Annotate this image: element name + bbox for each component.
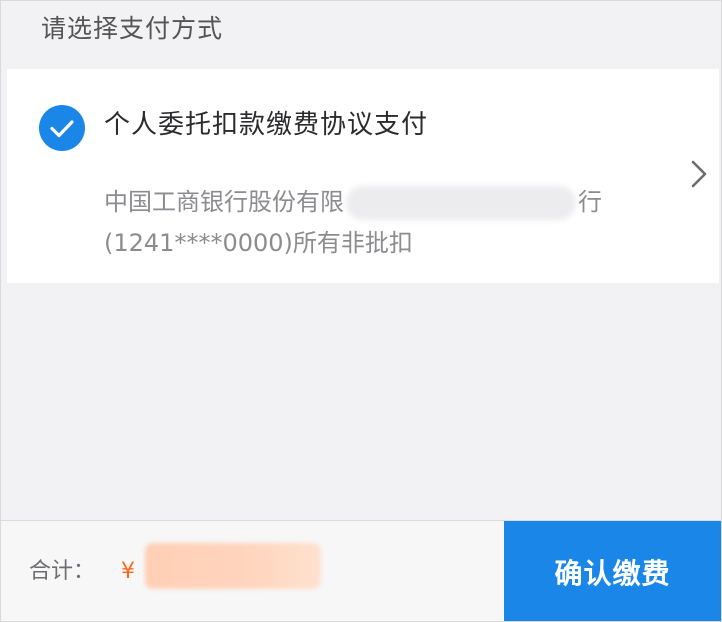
payment-method-option[interactable]: 个人委托扣款缴费协议支付 中国工商银行股份有限 行 (1241****0000)所… (7, 69, 719, 283)
currency-symbol: ¥ (121, 559, 135, 584)
chevron-right-icon[interactable] (687, 157, 711, 191)
payment-method-name: 个人委托扣款缴费协议支付 (104, 110, 429, 140)
bank-account-number: (1241****0000)所有非批扣 (104, 229, 413, 257)
redacted-total-amount (145, 543, 321, 589)
payment-panel: 请选择支付方式 个人委托扣款缴费协议支付 中国工商银行股份有限 行 (1241**… (0, 0, 722, 622)
checkout-bar: 合计： ¥ 确认缴费 (1, 520, 721, 621)
confirm-payment-button[interactable]: 确认缴费 (504, 521, 721, 621)
bank-name-suffix: 行 (578, 188, 602, 216)
bank-name-prefix: 中国工商银行股份有限 (104, 188, 344, 216)
check-icon[interactable] (39, 105, 85, 151)
section-title: 请选择支付方式 (41, 14, 224, 43)
bank-account-name: 中国工商银行股份有限 行 (104, 184, 602, 220)
redacted-bank-branch (346, 186, 576, 220)
total-label: 合计： (29, 559, 96, 584)
